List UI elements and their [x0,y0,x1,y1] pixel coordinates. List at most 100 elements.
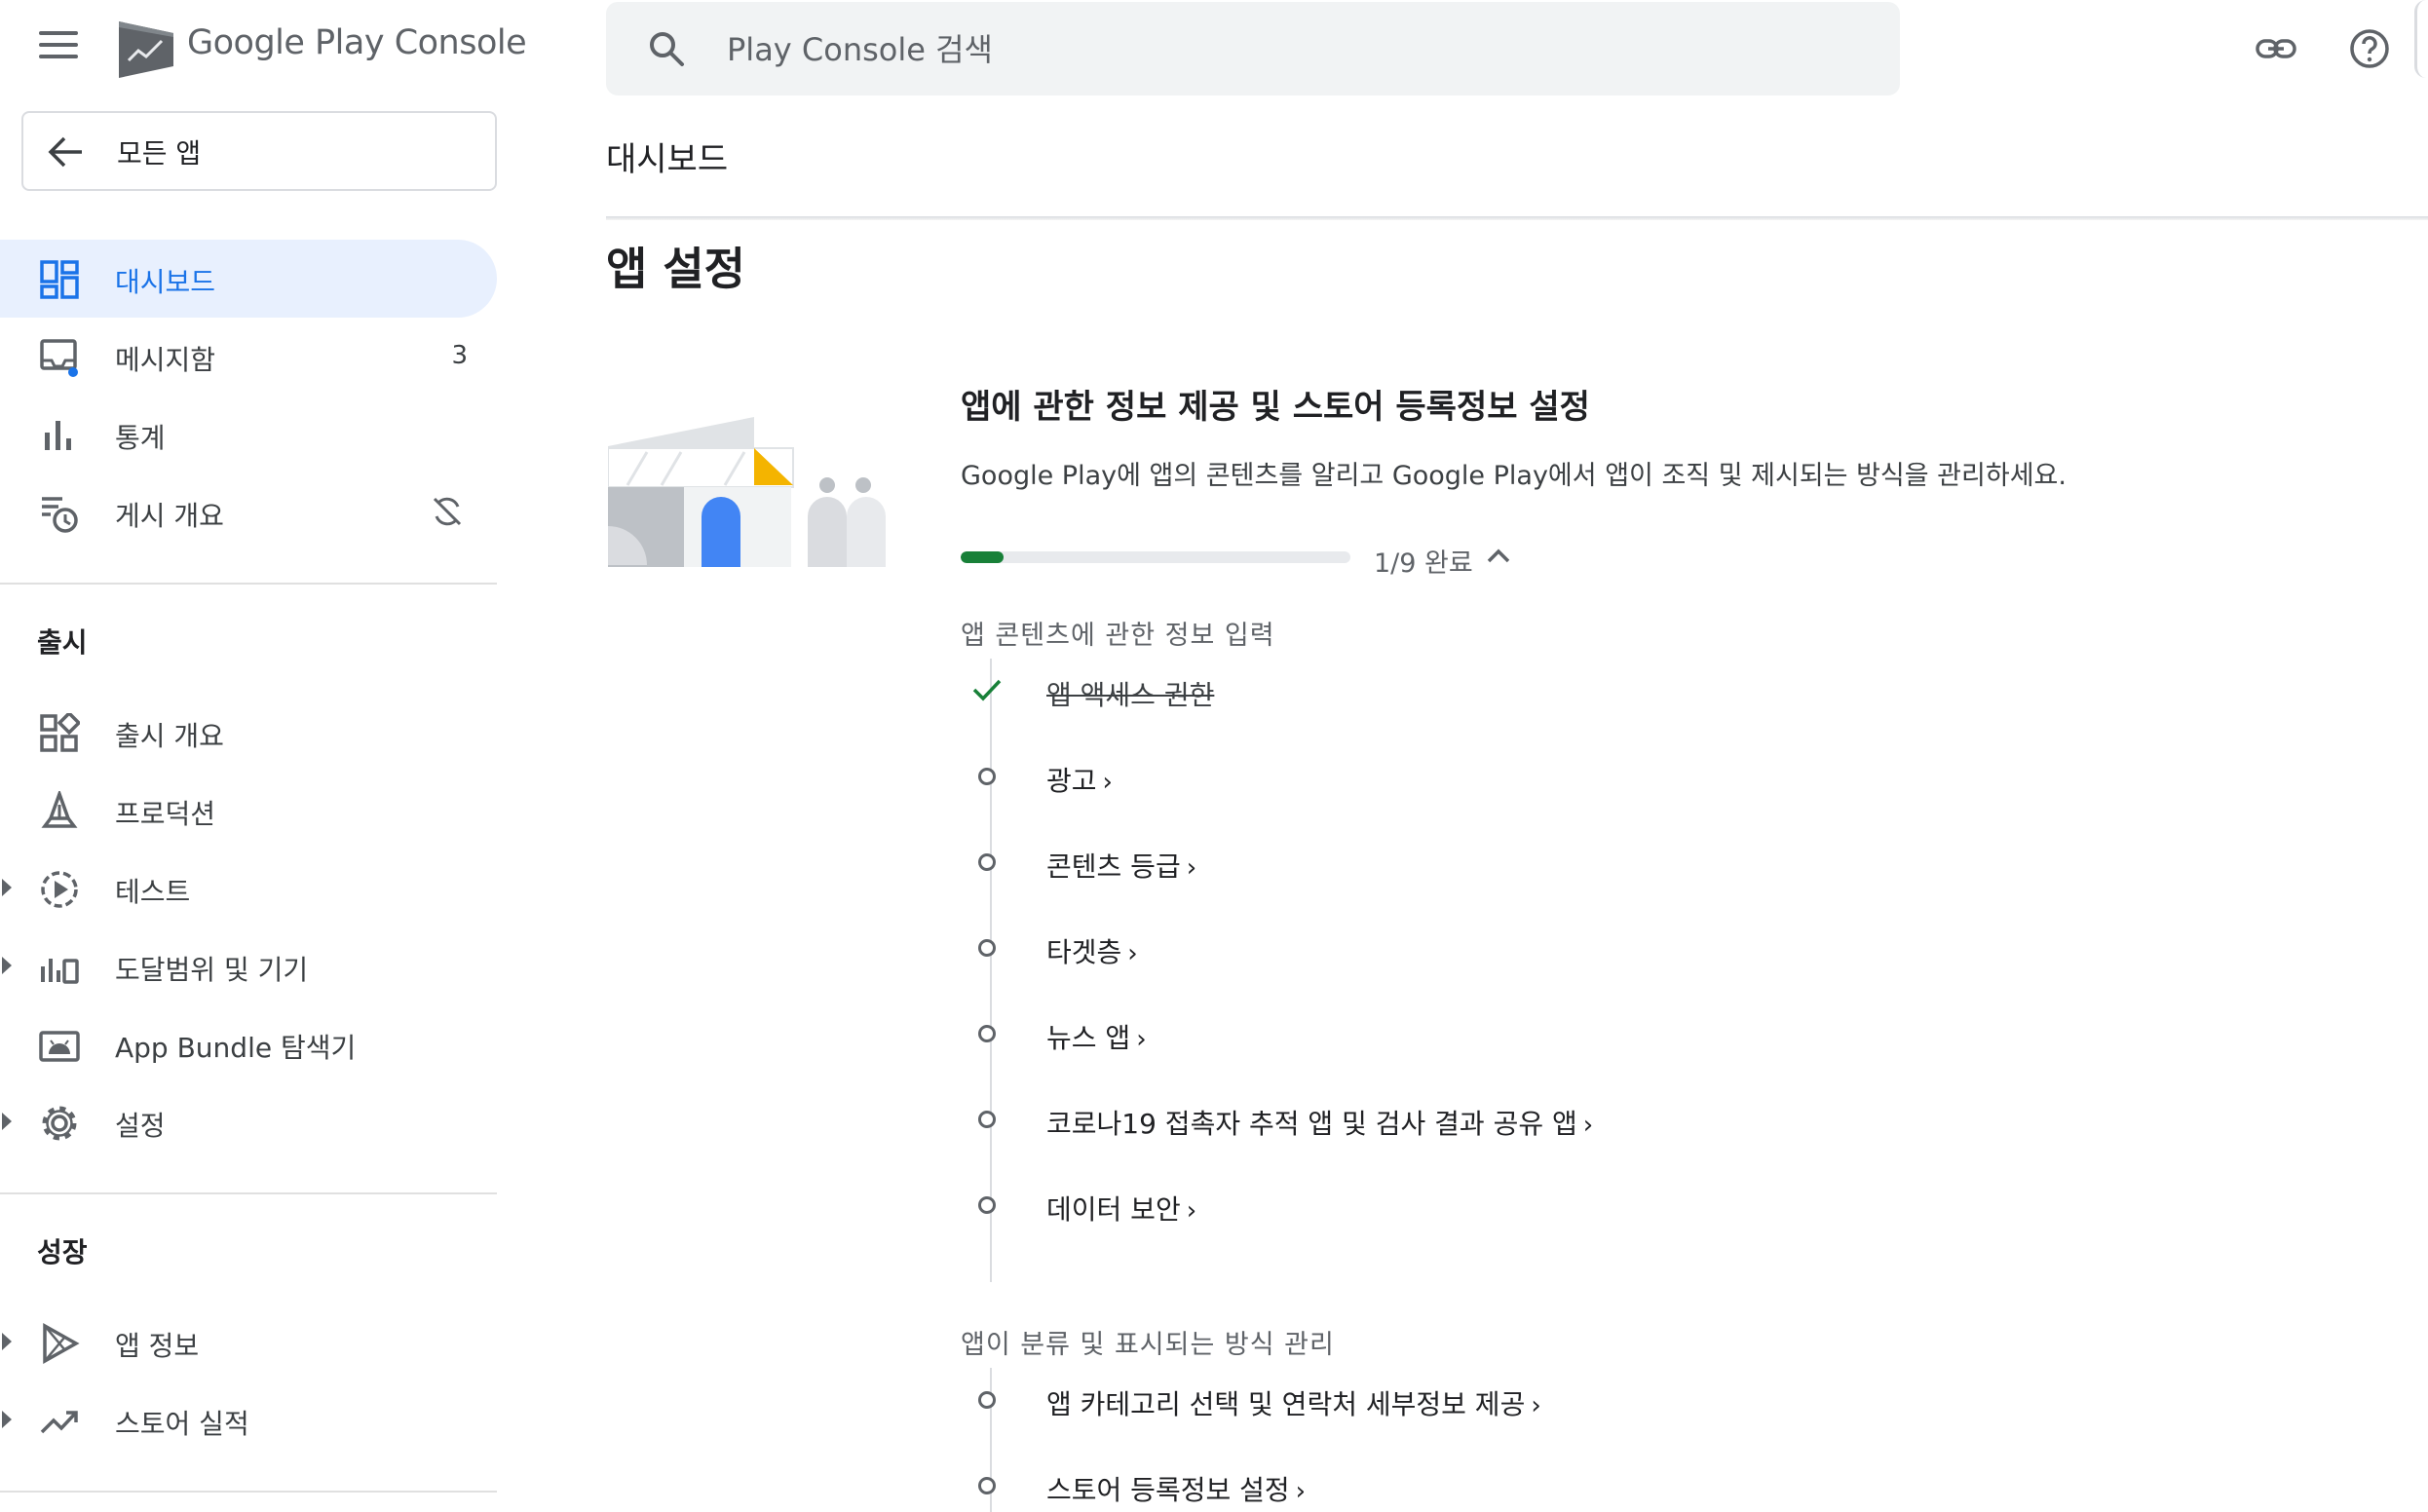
pending-dot-icon [978,1391,996,1409]
progress-fill [961,551,1005,563]
link-icon[interactable] [2255,27,2297,70]
task-label: 광고 [1046,765,1097,797]
gear-icon [42,1106,77,1141]
chevron-right-icon: › [1102,768,1113,797]
help-icon[interactable] [2348,27,2391,70]
chevron-right-icon: › [1136,1025,1147,1054]
sidebar-divider [0,1192,497,1194]
inbox-icon [40,339,78,377]
pending-dot-icon [978,853,996,871]
chevron-right-icon: › [1186,1196,1197,1226]
sidebar-item-label: 설정 [115,1110,166,1142]
sidebar-item-label: 프로덕션 [115,798,216,830]
expand-arrow-icon[interactable] [2,1333,12,1350]
sidebar-item-label: 스토어 실적 [115,1408,249,1440]
setup-illustration [608,417,886,567]
release-overview-icon [40,713,80,752]
task-label: 콘텐츠 등급 [1046,850,1181,883]
search-input[interactable] [725,18,1849,82]
header-divider [606,216,2428,220]
task-label: 타겟층 [1046,936,1122,968]
sidebar-item-app-bundle-explorer[interactable]: App Bundle 탐색기 [0,1005,497,1083]
sidebar-item-inbox[interactable]: 메시지함 3 [0,318,497,396]
chevron-right-icon: › [1127,939,1138,968]
sidebar-item-settings[interactable]: 설정 [0,1083,497,1161]
sidebar-item-statistics[interactable]: 통계 [0,396,497,473]
expand-arrow-icon[interactable] [2,957,12,974]
dashboard-icon [40,260,79,299]
pending-dot-icon [978,768,996,785]
sidebar-divider [0,583,497,585]
sidebar-item-release-overview[interactable]: 출시 개요 [0,694,497,772]
testing-icon [41,871,78,908]
task-label: 앱 액세스 권한 [1046,679,1215,711]
brand-console: Console [394,23,527,62]
sidebar-item-testing[interactable]: 테스트 [0,850,497,927]
task-group-title: 앱 콘텐츠에 관한 정보 입력 [961,621,1275,651]
sidebar-item-label: 도달범위 및 기기 [115,954,309,986]
pending-dot-icon [978,1025,996,1042]
sidebar-item-publishing-overview[interactable]: 게시 개요 [0,473,497,551]
progress-text: 1/9 완료 [1374,548,1473,579]
task-label: 데이터 보안 [1046,1193,1181,1226]
expand-arrow-icon[interactable] [2,1113,12,1130]
pending-dot-icon [978,1111,996,1128]
sidebar-divider [0,1491,497,1493]
setup-card-title: 앱에 관한 정보 제공 및 스토어 등록정보 설정 [961,388,1590,427]
play-store-icon [43,1323,80,1364]
trending-up-icon [40,1411,78,1434]
chevron-right-icon: › [1582,1111,1594,1140]
sidebar-item-label: 앱 정보 [115,1330,200,1362]
task-label: 뉴스 앱 [1046,1022,1131,1054]
sidebar-item-reach-devices[interactable]: 도달범위 및 기기 [0,927,497,1005]
app-brand[interactable]: Google Play Console [187,23,527,62]
task-label: 앱 카테고리 선택 및 연락처 세부정보 제공 [1046,1388,1526,1420]
android-bundle-icon [39,1031,80,1062]
account-panel-edge[interactable] [2414,0,2428,78]
search-bar[interactable] [606,2,1900,95]
sidebar-item-label: 통계 [115,422,166,454]
arrow-back-icon [48,136,82,168]
pending-dot-icon [978,1196,996,1214]
task-timeline [990,659,992,1282]
pending-dot-icon [978,939,996,957]
sidebar-item-label: 테스트 [115,876,191,908]
task-label: 코로나19 접촉자 추적 앱 및 검사 결과 공유 앱 [1046,1108,1577,1140]
pending-dot-icon [978,1477,996,1494]
sidebar-item-label: 메시지함 [115,344,216,376]
bar-chart-icon [45,421,71,450]
play-console-logo [119,21,173,78]
menu-icon[interactable] [39,31,78,62]
search-icon[interactable] [647,29,686,68]
setup-card-description: Google Play에 앱의 콘텐츠를 알리고 Google Play에서 앱… [961,461,2067,491]
expand-arrow-icon[interactable] [2,879,12,896]
chevron-right-icon: › [1295,1477,1307,1506]
all-apps-label: 모든 앱 [117,137,202,170]
inbox-count-badge: 3 [451,341,468,370]
growth-section-title: 성장 [37,1236,88,1268]
expand-arrow-icon[interactable] [2,1411,12,1428]
sidebar-item-dashboard[interactable]: 대시보드 [0,240,497,318]
release-section-title: 출시 [37,626,88,659]
sidebar-item-app-info[interactable]: 앱 정보 [0,1304,497,1381]
sidebar-item-label: 출시 개요 [115,720,224,752]
reach-devices-icon [41,959,79,984]
production-icon [41,791,78,828]
setup-progress-bar [961,551,1350,563]
chevron-right-icon: › [1531,1391,1541,1420]
app-setup-heading: 앱 설정 [606,243,745,295]
sync-disabled-icon [433,497,462,526]
sidebar-item-store-performance[interactable]: 스토어 실적 [0,1381,497,1459]
publishing-overview-icon [42,497,78,533]
task-label: 스토어 등록정보 설정 [1046,1474,1290,1506]
sidebar-item-production[interactable]: 프로덕션 [0,772,497,850]
task-group-title: 앱이 분류 및 표시되는 방식 관리 [961,1330,1335,1360]
brand-google-play: Google Play [187,23,385,62]
page-title: 대시보드 [606,140,729,179]
sidebar-item-label: 게시 개요 [115,500,224,532]
all-apps-button[interactable]: 모든 앱 [21,111,497,191]
sidebar-item-label: App Bundle 탐색기 [115,1032,357,1064]
top-bar: Google Play Console [0,0,2428,97]
chevron-right-icon: › [1186,853,1197,883]
chevron-up-icon[interactable] [1485,544,1512,567]
